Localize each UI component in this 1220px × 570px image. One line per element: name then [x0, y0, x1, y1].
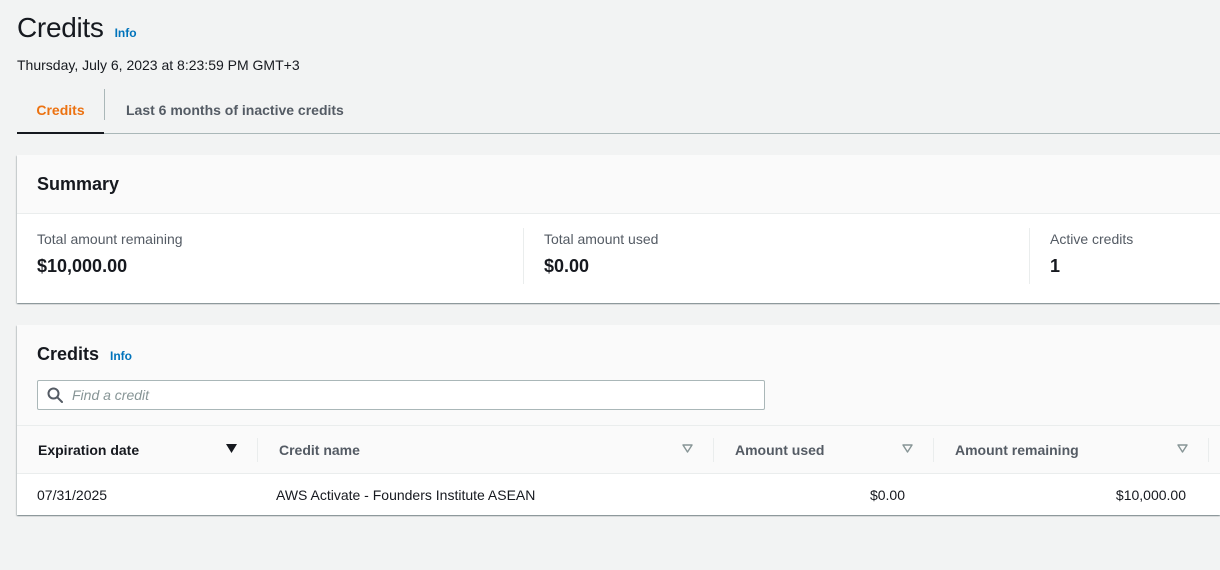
sort-unsorted-icon	[902, 444, 913, 453]
column-header-label: Amount remaining	[955, 441, 1079, 458]
cell-amount-remaining: $10,000.00	[1115, 486, 1186, 503]
credits-table-header: Credits Info	[17, 325, 1220, 426]
summary-title: Summary	[37, 174, 120, 194]
summary-total-remaining: Total amount remaining $10,000.00	[17, 228, 524, 284]
summary-value: $10,000.00	[37, 256, 128, 276]
column-header-amount-used[interactable]: Amount used	[714, 426, 933, 473]
search-icon	[47, 387, 63, 403]
page-timestamp: Thursday, July 6, 2023 at 8:23:59 PM GMT…	[17, 57, 300, 73]
column-header-expiration-date[interactable]: Expiration date	[17, 426, 257, 473]
column-header-credit-name[interactable]: Credit name	[258, 426, 713, 473]
table-header-row: Expiration date Credit name Amount used …	[17, 426, 1220, 474]
summary-panel: Summary Total amount remaining $10,000.0…	[17, 155, 1220, 303]
summary-columns: Total amount remaining $10,000.00 Total …	[17, 214, 1220, 284]
search-box	[37, 380, 765, 410]
page-info-link[interactable]: Info	[115, 26, 137, 40]
summary-header: Summary	[17, 155, 1220, 214]
credits-info-link[interactable]: Info	[110, 349, 132, 363]
page-title: Credits	[17, 12, 104, 43]
page-header: Credits Info Thursday, July 6, 2023 at 8…	[17, 12, 300, 73]
summary-label: Total amount remaining	[37, 231, 183, 247]
tab-credits[interactable]: Credits	[17, 86, 104, 134]
table-body: 07/31/2025 AWS Activate - Founders Insti…	[17, 474, 1220, 515]
cell-amount-used: $0.00	[869, 486, 905, 503]
summary-value: 1	[1050, 256, 1061, 276]
column-separator	[1208, 438, 1209, 462]
tab-inactive-credits[interactable]: Last 6 months of inactive credits	[105, 86, 365, 133]
cell-expiration-date: 07/31/2025	[37, 486, 108, 503]
column-header-label: Amount used	[735, 441, 825, 458]
credits-table-title: Credits	[37, 344, 100, 364]
cell-credit-name: AWS Activate - Founders Institute ASEAN	[276, 486, 536, 503]
tab-list: Credits Last 6 months of inactive credit…	[17, 86, 1220, 134]
summary-total-used: Total amount used $0.00	[524, 228, 1030, 284]
column-header-label: Credit name	[279, 441, 360, 458]
column-header-label: Expiration date	[38, 441, 140, 458]
credits-title-row: Credits Info	[37, 344, 1200, 365]
find-credit-input[interactable]	[72, 381, 752, 409]
summary-label: Total amount used	[544, 231, 659, 247]
summary-value: $0.00	[544, 256, 590, 276]
sort-unsorted-icon	[682, 444, 693, 453]
page-title-row: Credits Info	[17, 12, 300, 44]
summary-active-credits: Active credits 1	[1030, 228, 1220, 284]
column-header-amount-remaining[interactable]: Amount remaining	[934, 426, 1208, 473]
table-row[interactable]: 07/31/2025 AWS Activate - Founders Insti…	[17, 474, 1220, 515]
credits-table-panel: Credits Info Expiration date Credit name	[17, 325, 1220, 515]
sort-descending-icon	[226, 444, 237, 453]
summary-label: Active credits	[1050, 231, 1134, 247]
sort-unsorted-icon	[1177, 444, 1188, 453]
